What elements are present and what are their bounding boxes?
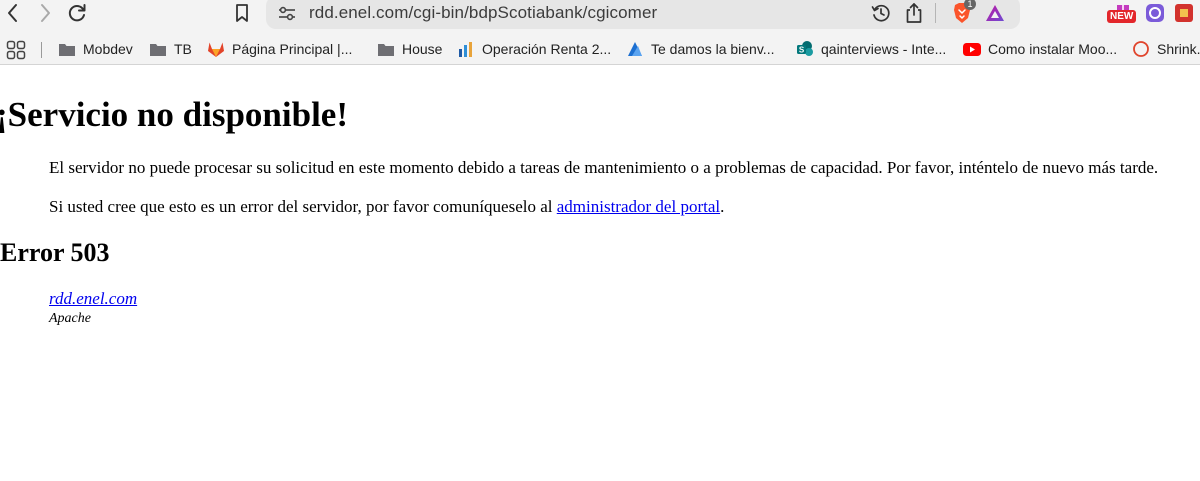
apps-grid-button[interactable] [6, 40, 26, 60]
bookmark-te-damos[interactable]: Te damos la bienv... [626, 38, 774, 60]
rewards-triangle-icon [986, 5, 1004, 21]
contact-paragraph: Si usted cree que esto es un error del s… [49, 197, 724, 217]
reload-icon [68, 4, 86, 22]
error-code-heading: Error 503 [0, 238, 110, 267]
back-button[interactable] [1, 2, 25, 24]
extension-new-button[interactable]: NEW [1106, 0, 1140, 26]
new-badge: NEW [1107, 10, 1137, 23]
url-text[interactable]: rdd.enel.com/cgi-bin/bdpScotiabank/cgico… [309, 3, 657, 23]
extension-red-icon [1175, 4, 1193, 22]
extension-button-2[interactable] [1172, 0, 1196, 26]
bookmark-page-button[interactable] [230, 2, 254, 24]
history-icon [871, 4, 890, 22]
folder-icon [149, 40, 167, 58]
server-host-link[interactable]: rdd.enel.com [49, 289, 137, 309]
contact-suffix: . [720, 197, 725, 216]
bookmark-como-instalar[interactable]: Como instalar Moo... [963, 38, 1117, 60]
urlbar-divider [935, 3, 936, 23]
folder-icon [58, 40, 76, 58]
browser-toolbar: rdd.enel.com/cgi-bin/bdpScotiabank/cgico… [0, 0, 1200, 33]
youtube-icon [963, 40, 981, 58]
reload-button[interactable] [65, 2, 89, 24]
site-settings-icon[interactable] [276, 4, 298, 22]
bookmarks-bar: Mobdev TB Página Principal |... House Op… [0, 33, 1200, 65]
bookmark-label: Shrink... [1157, 41, 1200, 57]
bookmark-qainterviews[interactable]: S qainterviews - Inte... [796, 38, 946, 60]
sharepoint-icon: S [796, 40, 814, 58]
bookmark-label: Como instalar Moo... [988, 41, 1118, 57]
share-icon [906, 3, 922, 23]
address-bar[interactable]: rdd.enel.com/cgi-bin/bdpScotiabank/cgico… [266, 0, 1020, 29]
brave-shields-button[interactable]: 1 [946, 0, 978, 25]
bookmark-house[interactable]: House [377, 38, 442, 60]
gitlab-icon [207, 40, 225, 58]
chevron-left-icon [8, 4, 17, 22]
forward-button[interactable] [33, 2, 57, 24]
server-address: rdd.enel.com Apache [49, 289, 137, 327]
bookmark-icon [236, 4, 248, 22]
bookmark-operacion-renta[interactable]: Operación Renta 2... [457, 38, 611, 60]
portal-admin-link[interactable]: administrador del portal [557, 197, 720, 216]
bookmark-label: Te damos la bienv... [651, 41, 775, 57]
server-software: Apache [49, 311, 91, 326]
error-message: El servidor no puede procesar su solicit… [49, 158, 1159, 177]
svg-text:S: S [799, 46, 805, 55]
brave-badge-count: 1 [964, 0, 976, 10]
bookmark-label: TB [174, 41, 192, 57]
bookmark-pagina-principal[interactable]: Página Principal |... [207, 38, 352, 60]
brave-rewards-button[interactable] [982, 1, 1008, 25]
page-content: ¡Servicio no disponible! El servidor no … [0, 66, 1200, 481]
circle-icon [1132, 40, 1150, 58]
bookmark-label: Operación Renta 2... [482, 41, 612, 57]
bookmark-label: House [402, 41, 443, 57]
apps-grid-icon [6, 40, 26, 60]
bookmark-mobdev[interactable]: Mobdev [58, 38, 133, 60]
azure-devops-icon [626, 40, 644, 58]
extension-button[interactable] [1143, 0, 1167, 26]
chevron-right-icon [41, 4, 50, 22]
sii-icon [457, 40, 475, 58]
history-button[interactable] [868, 1, 894, 25]
bookmark-label: qainterviews - Inte... [821, 41, 947, 57]
share-button[interactable] [901, 1, 927, 25]
folder-icon [377, 40, 395, 58]
page-title: ¡Servicio no disponible! [0, 95, 348, 134]
extension-app-icon [1146, 4, 1164, 22]
bookmark-label: Página Principal |... [232, 41, 353, 57]
bookmark-shrink[interactable]: Shrink... [1132, 38, 1200, 60]
bookmark-label: Mobdev [83, 41, 133, 57]
contact-text: Si usted cree que esto es un error del s… [49, 197, 557, 216]
bookmarks-separator [41, 42, 42, 58]
bookmark-tb[interactable]: TB [149, 38, 192, 60]
